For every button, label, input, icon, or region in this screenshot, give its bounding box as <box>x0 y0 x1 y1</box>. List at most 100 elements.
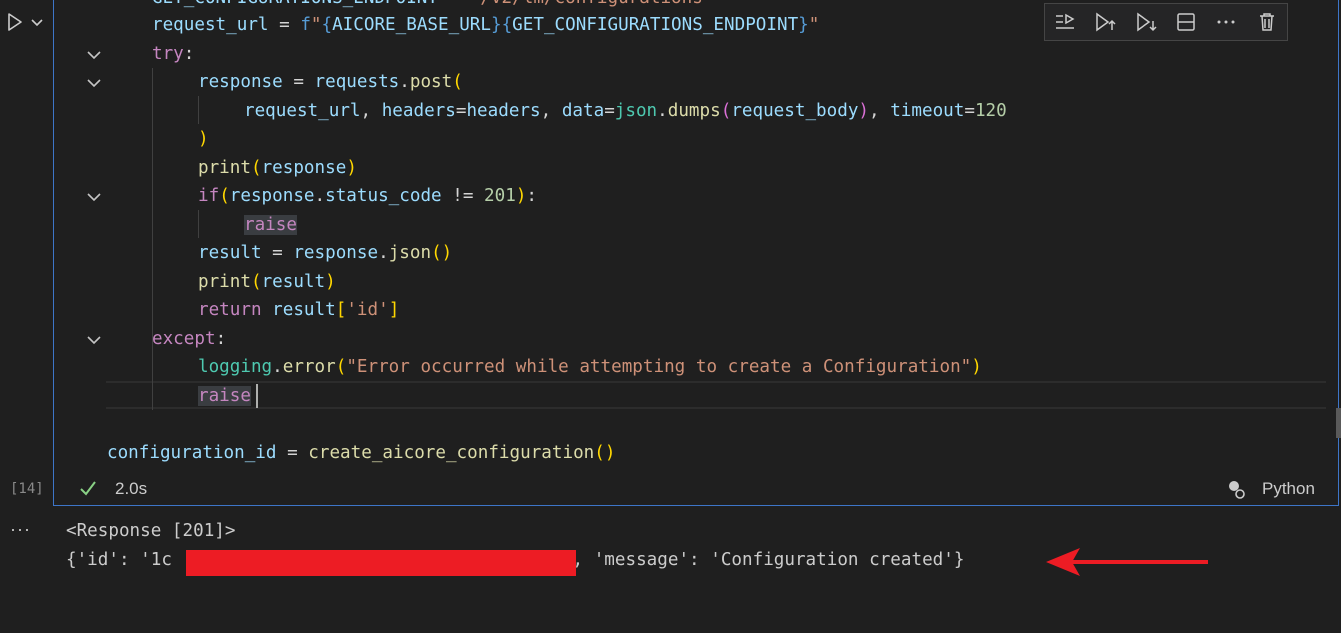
code-token: . <box>657 101 668 121</box>
code-token: . <box>314 186 326 206</box>
code-line[interactable]: result = response.json() <box>198 239 452 268</box>
execute-above-icon <box>1096 12 1117 32</box>
code-token: dumps <box>667 101 721 121</box>
code-token: ] <box>388 300 400 320</box>
code-token: = <box>604 101 615 121</box>
code-token: error <box>282 357 336 377</box>
more-icon <box>1217 20 1235 24</box>
code-line[interactable]: response = requests.post( <box>198 68 463 97</box>
delete-cell-button[interactable] <box>1247 4 1287 40</box>
code-token: print <box>198 158 251 178</box>
code-token: try <box>152 44 184 64</box>
code-token: ( <box>335 357 347 377</box>
code-token: ( <box>452 72 463 92</box>
code-token: response <box>261 158 347 178</box>
code-token: = <box>964 101 975 121</box>
code-token: . <box>378 243 389 263</box>
code-line[interactable]: logging.error("Error occurred while atte… <box>198 353 982 382</box>
output-more-actions-button[interactable]: ··· <box>10 519 31 540</box>
output-response-line: <Response [201]> <box>66 521 236 541</box>
code-token: , <box>540 101 562 121</box>
code-token: ( <box>250 158 262 178</box>
code-editor[interactable]: GET_CONFIGURATIONS_ENDPOINT = "/v2/lm/co… <box>0 0 1341 470</box>
code-token: = <box>276 443 309 463</box>
code-token: { <box>321 15 333 35</box>
code-token: if <box>198 186 220 206</box>
code-token: post <box>409 72 453 92</box>
code-token: [ <box>335 300 347 320</box>
scrollbar-thumb[interactable] <box>1336 408 1341 438</box>
code-line[interactable]: request_url, headers=headers, data=json.… <box>244 97 1007 126</box>
code-token: headers <box>381 101 456 121</box>
redaction-box <box>186 550 576 576</box>
code-line[interactable]: return result['id'] <box>198 296 399 325</box>
code-token: . <box>399 72 410 92</box>
code-token: () <box>594 443 616 463</box>
code-token: except <box>152 329 216 349</box>
code-line[interactable]: raise <box>198 382 251 411</box>
code-token: 201 <box>484 186 516 206</box>
success-check-icon <box>80 481 96 496</box>
code-token: = <box>455 101 467 121</box>
code-token: }{ <box>490 15 513 35</box>
code-token: "/v2/lm/configurations" <box>470 0 714 8</box>
cell-toolbar <box>1044 3 1288 41</box>
code-token: , <box>869 101 891 121</box>
code-token: configuration_id <box>107 443 277 463</box>
run-by-line-icon <box>1056 13 1075 29</box>
code-token: create_aicore_configuration <box>308 443 595 463</box>
text-cursor <box>256 384 258 408</box>
code-token: status_code <box>325 186 442 206</box>
code-token: f <box>300 15 311 35</box>
code-token: AICORE_BASE_URL <box>332 15 491 35</box>
delete-icon <box>1259 13 1274 31</box>
execution-count: [14] <box>10 481 44 497</box>
fold-chevron-icon[interactable] <box>85 73 103 91</box>
code-token: = <box>261 243 294 263</box>
fold-chevron-icon[interactable] <box>85 330 103 348</box>
code-line[interactable]: request_url = f"{AICORE_BASE_URL}{GET_CO… <box>152 11 819 40</box>
code-line[interactable]: except: <box>152 325 226 354</box>
code-line[interactable]: print(response) <box>198 154 357 183</box>
indent-guide <box>152 68 153 410</box>
code-line[interactable]: ) <box>198 125 209 154</box>
code-token: request_url <box>244 101 361 121</box>
code-token: raise <box>198 386 251 406</box>
cell-language-selector[interactable]: Python <box>1262 479 1315 499</box>
kernel-status-icon <box>1229 481 1245 499</box>
code-token: GET_CONFIGURATIONS_ENDPOINT <box>512 15 799 35</box>
more-actions-button[interactable] <box>1206 4 1246 40</box>
code-token: result <box>272 300 336 320</box>
code-token: timeout <box>890 101 965 121</box>
code-token: data <box>561 101 605 121</box>
code-line[interactable]: configuration_id = create_aicore_configu… <box>107 439 615 468</box>
code-token: : <box>526 186 537 206</box>
code-token: != <box>441 186 485 206</box>
code-token: ) <box>346 158 357 178</box>
current-line-highlight <box>106 381 1326 409</box>
code-line[interactable]: try: <box>152 40 194 69</box>
annotation-arrow-icon <box>1046 548 1208 576</box>
code-token: result <box>261 272 326 292</box>
code-line[interactable]: raise <box>244 211 297 240</box>
code-token: GET_CONFIGURATIONS_ENDPOINT <box>152 0 438 8</box>
fold-chevron-icon[interactable] <box>85 187 103 205</box>
code-token: response <box>198 72 283 92</box>
execute-below-button[interactable] <box>1126 4 1166 40</box>
code-token: = <box>438 0 470 8</box>
code-token: print <box>198 272 251 292</box>
code-line[interactable]: print(result) <box>198 268 336 297</box>
fold-chevron-icon[interactable] <box>85 45 103 63</box>
code-token: raise <box>244 215 297 235</box>
code-token: : <box>215 329 227 349</box>
run-by-line-button[interactable] <box>1045 4 1085 40</box>
code-line[interactable]: if(response.status_code != 201): <box>198 182 537 211</box>
code-token: " <box>310 15 322 35</box>
code-token: ) <box>198 129 209 149</box>
execute-above-button[interactable] <box>1085 4 1125 40</box>
code-token: request_url <box>152 15 269 35</box>
output-result-prefix: {'id': '1c <box>66 550 172 570</box>
split-cell-button[interactable] <box>1166 4 1206 40</box>
code-token: request_body <box>731 101 859 121</box>
code-token: } <box>798 15 809 35</box>
